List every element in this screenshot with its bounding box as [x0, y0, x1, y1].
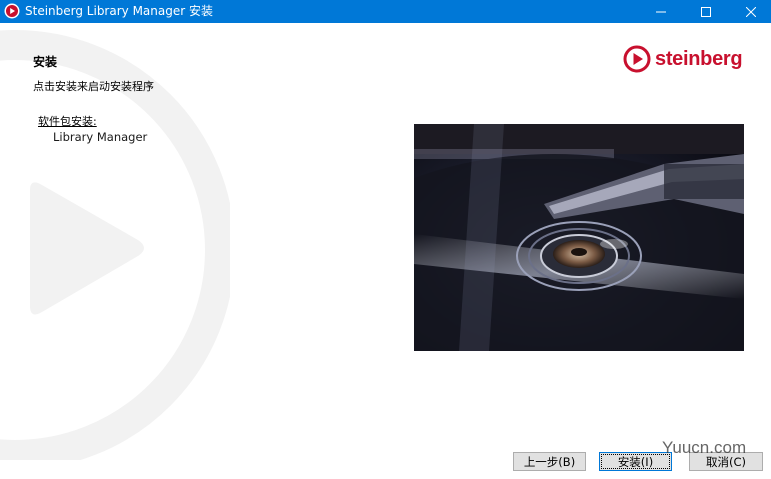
steinberg-logo-icon — [623, 45, 651, 73]
close-button[interactable] — [728, 0, 771, 23]
package-label: 软件包安装: — [38, 115, 97, 128]
back-button[interactable]: 上一步(B) — [513, 452, 586, 471]
close-icon — [746, 6, 756, 17]
play-watermark-icon — [0, 30, 230, 460]
steinberg-app-icon — [4, 3, 20, 19]
title-bar[interactable]: Steinberg Library Manager 安装 — [0, 0, 771, 23]
installer-window: Steinberg Library Manager 安装 安装 点击安装来启动安… — [0, 0, 771, 479]
maximize-icon — [701, 6, 711, 17]
steinberg-logo: steinberg — [623, 45, 743, 73]
logo-text: steinberg — [655, 47, 743, 70]
instruction-text: 点击安装来启动安装程序 — [33, 80, 154, 93]
package-item: Library Manager — [53, 130, 148, 144]
minimize-button[interactable] — [638, 0, 684, 23]
window-title: Steinberg Library Manager 安装 — [25, 4, 213, 18]
maximize-button[interactable] — [683, 0, 729, 23]
site-watermark: Yuucn.com — [662, 438, 747, 457]
minimize-icon — [656, 11, 666, 12]
hard-disk-image — [414, 124, 744, 351]
page-heading: 安装 — [33, 55, 58, 69]
